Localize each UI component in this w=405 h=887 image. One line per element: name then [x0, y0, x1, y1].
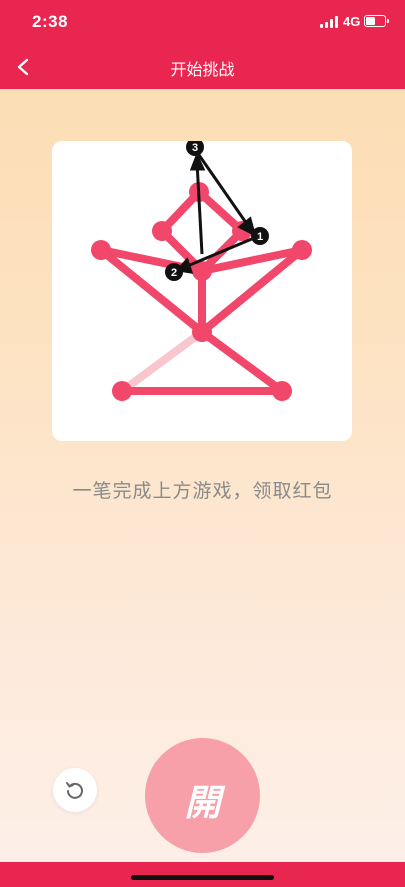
puzzle-node [192, 322, 212, 342]
refresh-icon [66, 782, 83, 799]
svg-text:3: 3 [192, 142, 198, 154]
open-button[interactable]: 開 [145, 738, 260, 853]
svg-text:1: 1 [257, 231, 263, 243]
open-button-label: 開 [184, 782, 221, 823]
puzzle-node [152, 221, 172, 241]
status-bar: 2:38 4G [0, 0, 405, 44]
refresh-button[interactable] [53, 768, 97, 812]
bottom-bar [0, 862, 405, 887]
page-title: 开始挑战 [170, 62, 235, 79]
puzzle-node [272, 381, 292, 401]
puzzle-canvas[interactable]: 1 2 3 [52, 141, 352, 441]
instruction-text: 一笔完成上方游戏，领取红包 [72, 481, 333, 502]
step-badge-3: 3 [186, 141, 204, 156]
network-type: 4G [343, 14, 361, 29]
status-time: 2:38 [32, 12, 69, 31]
battery-icon [364, 15, 389, 27]
step-badge-1: 1 [251, 227, 269, 245]
signal-icon [320, 16, 340, 28]
puzzle-node [292, 240, 312, 260]
svg-text:2: 2 [171, 267, 177, 279]
segment-used [118, 328, 206, 395]
step-badge-2: 2 [165, 263, 183, 281]
home-indicator[interactable] [131, 875, 274, 880]
nav-bar: 开始挑战 [0, 44, 405, 89]
puzzle-node [112, 381, 132, 401]
puzzle-node [91, 240, 111, 260]
game-board[interactable]: 1 2 3 [52, 141, 352, 441]
